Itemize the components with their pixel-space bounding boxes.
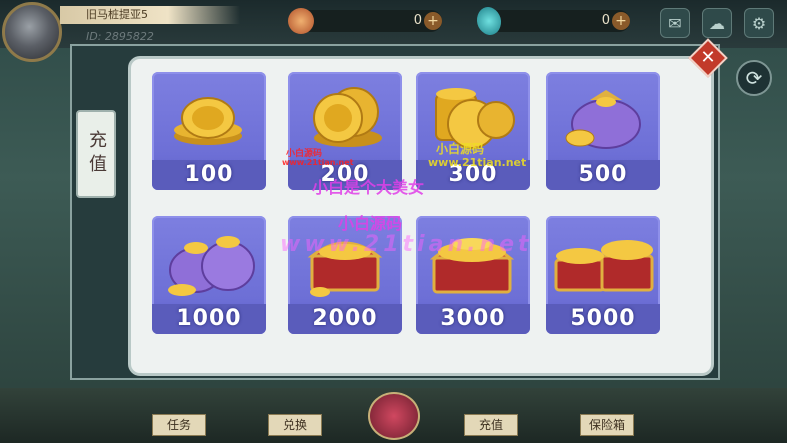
watermark-text: 小白是个大美女	[312, 178, 425, 197]
watermark-text: www.21tian.net	[428, 156, 527, 169]
nav-recharge[interactable]: 充值	[464, 414, 518, 436]
diamond-currency: 0 +	[471, 3, 630, 39]
recharge-option-200[interactable]: 200	[288, 72, 402, 190]
gold-coin-icon	[288, 8, 314, 34]
watermark-text: 小白源码	[436, 142, 485, 156]
nav-tasks[interactable]: 任务	[152, 414, 206, 436]
tab-recharge[interactable]: 充值	[76, 110, 116, 198]
add-gold-button[interactable]: +	[424, 12, 442, 30]
amount-label: 3000	[416, 304, 530, 334]
nav-center-button[interactable]	[368, 392, 420, 440]
amount-label: 2000	[288, 304, 402, 334]
nav-exchange[interactable]: 兑换	[268, 414, 322, 436]
recharge-option-1000[interactable]: 1000	[152, 216, 266, 334]
coin-bags-icon	[168, 236, 255, 296]
watermark-text: www.21tian.net	[282, 158, 354, 167]
refresh-icon[interactable]: ⟳	[736, 60, 772, 96]
treasure-chests-icon	[554, 240, 654, 292]
coin-bag-icon	[565, 90, 641, 149]
gold-currency: 0 +	[288, 8, 442, 34]
recharge-option-5000[interactable]: 5000	[546, 216, 660, 334]
amount-label: 5000	[546, 304, 660, 334]
add-diamond-button[interactable]: +	[612, 12, 630, 30]
close-icon: ✕	[700, 47, 716, 68]
recharge-option-500[interactable]: 500	[546, 72, 660, 190]
recharge-option-100[interactable]: 100	[152, 72, 266, 190]
amount-label: 500	[546, 160, 660, 190]
small-coin-stack-icon	[174, 97, 242, 145]
treasure-chest-large-icon	[429, 238, 515, 294]
watermark-text: 小白源码	[338, 214, 403, 233]
player-uid: ID: 2895822	[86, 30, 154, 43]
watermark-text: www.21tian.net	[280, 232, 533, 257]
chat-icon[interactable]: ☁	[702, 8, 732, 38]
diamond-value: 0	[601, 13, 610, 28]
amount-label: 100	[152, 160, 266, 190]
gold-value: 0	[413, 13, 422, 28]
gear-icon[interactable]: ⚙	[744, 8, 774, 38]
avatar[interactable]	[2, 2, 62, 62]
amount-label: 1000	[152, 304, 266, 334]
nav-safe[interactable]: 保险箱	[580, 414, 634, 436]
recharge-option-300[interactable]: 300	[416, 72, 530, 190]
player-name: 旧马桩提亚5	[60, 6, 240, 24]
mail-icon[interactable]: ✉	[660, 8, 690, 38]
